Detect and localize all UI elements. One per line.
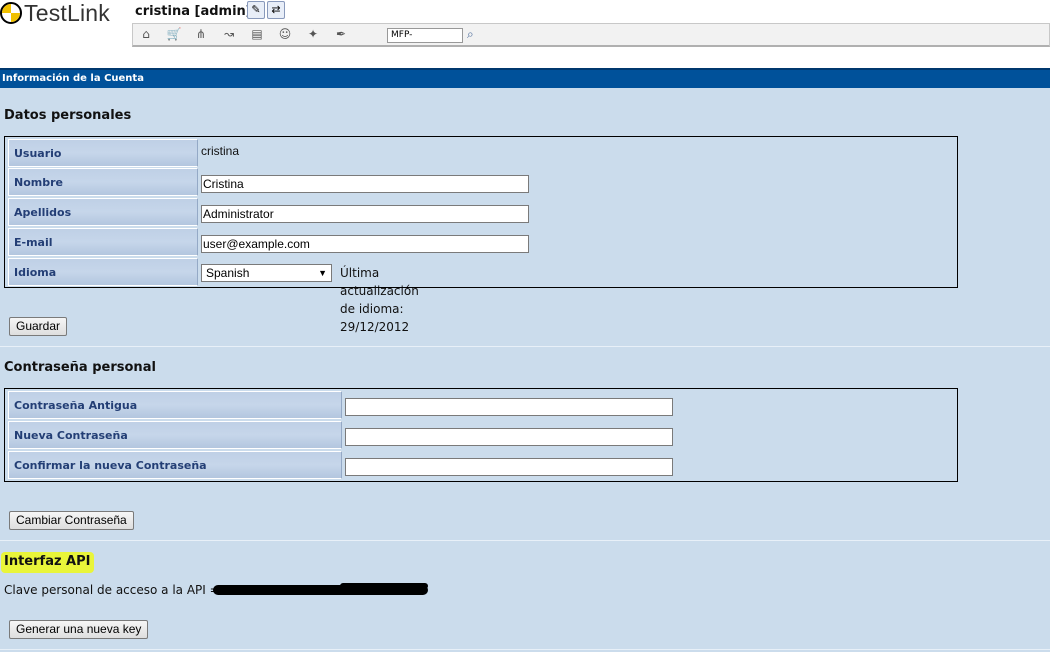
redacted-api-key-stroke xyxy=(340,583,428,589)
flow-icon[interactable]: ↝ xyxy=(221,26,237,42)
apellidos-label: Apellidos xyxy=(8,198,198,226)
main-toolbar: ⌂ 🛒 ⋔ ↝ ▤ ☺ ✦ ✒ MFP- ⌕ xyxy=(132,23,1050,47)
search-icon[interactable]: ⌕ xyxy=(467,27,483,43)
save-button[interactable]: Guardar xyxy=(9,317,68,336)
document-icon[interactable]: ▤ xyxy=(249,26,265,42)
personal-data-form: Usuario cristina Nombre Cristina Apellid… xyxy=(4,136,958,334)
logout-icon[interactable]: ⇄ xyxy=(267,1,285,19)
new-password-label: Nueva Contraseña xyxy=(8,421,342,449)
email-label: E-mail xyxy=(8,228,198,256)
personal-data-heading: Datos personales xyxy=(4,108,132,123)
language-update-text: Última actualización de idioma: 29/12/20… xyxy=(340,266,419,334)
testlink-logo[interactable]: TestLink xyxy=(0,0,110,26)
section-divider xyxy=(0,649,1050,650)
testcase-search-input[interactable]: MFP- xyxy=(387,28,463,43)
usuario-label: Usuario xyxy=(8,139,198,167)
nombre-input[interactable]: Cristina xyxy=(201,175,529,193)
cart-icon[interactable]: 🛒 xyxy=(166,26,182,42)
language-select-value: Spanish xyxy=(206,266,250,280)
idioma-label: Idioma xyxy=(8,258,198,286)
old-password-input[interactable] xyxy=(345,398,673,416)
api-heading: Interfaz API xyxy=(1,552,95,573)
tree-icon[interactable]: ⋔ xyxy=(193,26,209,42)
home-icon[interactable]: ⌂ xyxy=(138,26,154,42)
generate-api-key-button[interactable]: Generar una nueva key xyxy=(9,620,149,639)
logo-icon xyxy=(0,2,22,24)
magic-icon[interactable]: ✦ xyxy=(305,26,321,42)
logo-text: TestLink xyxy=(24,0,110,26)
confirm-password-input[interactable] xyxy=(345,458,673,476)
section-divider xyxy=(0,540,1050,541)
current-user-label: cristina [admin] xyxy=(135,4,252,19)
dropdown-arrow-icon: ▼ xyxy=(318,268,327,278)
api-key-label: Clave personal de acceso a la API = xyxy=(4,583,220,597)
apellidos-input[interactable]: Administrator xyxy=(201,205,529,223)
language-select[interactable]: Spanish ▼ xyxy=(201,264,332,282)
section-divider xyxy=(0,346,1050,347)
old-password-label: Contraseña Antigua xyxy=(8,391,342,419)
top-header: TestLink cristina [admin] ✎ ⇄ ⌂ 🛒 ⋔ ↝ ▤ … xyxy=(0,0,1050,68)
email-input[interactable]: user@example.com xyxy=(201,235,529,253)
confirm-password-label: Confirmar la nueva Contraseña xyxy=(8,451,342,479)
usuario-value: cristina xyxy=(201,144,240,158)
page-title-bar: Información de la Cuenta xyxy=(0,68,1050,88)
password-form: Contraseña Antigua Nueva Contraseña Conf… xyxy=(4,388,958,482)
user-icon[interactable]: ☺ xyxy=(277,26,293,42)
change-password-button[interactable]: Cambiar Contraseña xyxy=(9,511,134,530)
nombre-label: Nombre xyxy=(8,168,198,196)
pen-icon[interactable]: ✒ xyxy=(333,26,349,42)
password-heading: Contraseña personal xyxy=(4,360,156,375)
edit-profile-icon[interactable]: ✎ xyxy=(247,1,265,19)
account-info-panel: Datos personales Usuario cristina Nombre… xyxy=(0,88,1050,652)
new-password-input[interactable] xyxy=(345,428,673,446)
